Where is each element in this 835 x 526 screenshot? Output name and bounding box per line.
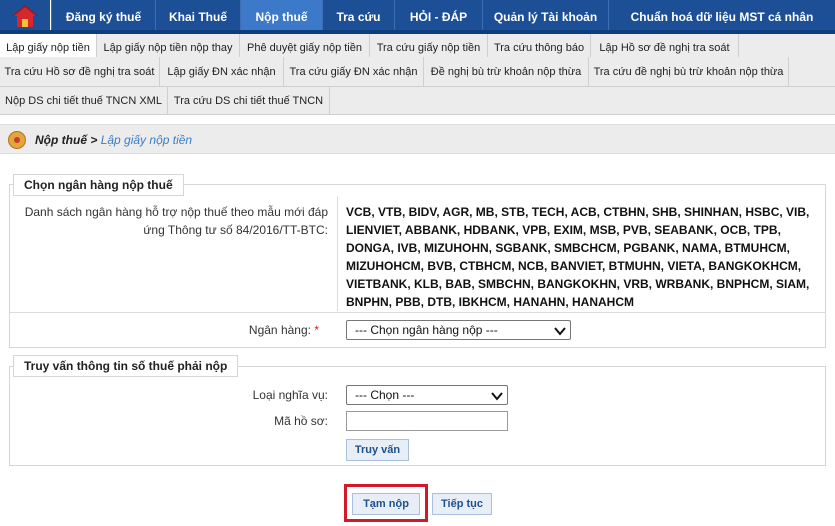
sub-nav-tra-cuu-ds-chi-tiet-tncn[interactable]: Tra cứu DS chi tiết thuế TNCN (168, 87, 330, 115)
obligation-label: Loại nghĩa vụ: (252, 388, 328, 402)
sub-nav-label: Tra cứu Hồ sơ đề nghị tra soát (4, 66, 155, 78)
temp-submit-button[interactable]: Tạm nộp (352, 493, 420, 515)
nav-tab-dang-ky-thue[interactable]: Đăng ký thuế (51, 0, 155, 34)
sub-nav-tra-cuu-de-nghi-bu-tru[interactable]: Tra cứu đề nghị bù trừ khoản nộp thừa (589, 57, 789, 87)
bank-list: VCB, VTB, BIDV, AGR, MB, STB, TECH, ACB,… (346, 203, 826, 311)
home-button[interactable] (0, 0, 50, 34)
sub-nav-label: Tra cứu đề nghị bù trừ khoản nộp thừa (593, 66, 784, 78)
nav-tab-label: Nộp thuế (255, 10, 308, 24)
query-section-legend: Truy vấn thông tin số thuế phải nộp (13, 355, 239, 377)
chevron-down-icon (554, 327, 566, 336)
sub-nav-tra-cuu-ho-so-de-nghi-tra-soat[interactable]: Tra cứu Hồ sơ đề nghị tra soát (0, 57, 160, 87)
bank-list-line: DONGA, IVB, MIZUHOHN, SGBANK, SMBCHCM, P… (346, 241, 790, 255)
breadcrumb-parent[interactable]: Nộp thuế (35, 133, 87, 147)
breadcrumb: Nộp thuế > Lập giấy nộp tiền (0, 124, 835, 154)
nav-tab-quan-ly-tai-khoan[interactable]: Quản lý Tài khoản (482, 0, 608, 34)
sub-nav-label: Lập Hồ sơ đề nghị tra soát (599, 41, 730, 54)
sub-nav-label: Tra cứu giấy ĐN xác nhận (289, 66, 418, 78)
top-navigation: Đăng ký thuế Khai Thuế Nộp thuế Tra cứu … (0, 0, 835, 34)
nav-tab-label: Đăng ký thuế (65, 10, 142, 24)
home-icon (12, 5, 38, 27)
breadcrumb-separator: > (87, 133, 101, 147)
nav-tab-tra-cuu[interactable]: Tra cứu (322, 0, 394, 34)
sub-nav-label: Lập giấy ĐN xác nhận (167, 66, 276, 78)
dossier-input[interactable] (346, 411, 508, 431)
row-divider (10, 312, 825, 313)
sub-nav-nop-ds-chi-tiet-tncn-xml[interactable]: Nộp DS chi tiết thuế TNCN XML (0, 87, 168, 115)
nav-tab-label: HỎI - ĐÁP (409, 10, 468, 24)
bank-list-line: BNPHN, PBB, DTB, IBKHCM, HANAHN, HANAHCM (346, 295, 634, 309)
sub-nav-row-2: Tra cứu Hồ sơ đề nghị tra soát Lập giấy … (0, 57, 835, 87)
sub-nav-label: Nộp DS chi tiết thuế TNCN XML (5, 95, 162, 107)
nav-tab-nop-thue[interactable]: Nộp thuế (240, 0, 322, 34)
sub-nav-label: Tra cứu giấy nộp tiền (376, 41, 481, 54)
query-button[interactable]: Truy vấn (346, 439, 409, 461)
bank-list-label-line2: ứng Thông tư số 84/2016/TT-BTC: (143, 223, 328, 237)
bank-list-line: VIETBANK, KLB, BAB, SMBCHN, BANGKOKHN, V… (346, 277, 810, 291)
sub-nav-label: Tra cứu thông báo (493, 41, 585, 54)
sub-nav-label: Lập giấy nộp tiền nộp thay (103, 41, 233, 54)
bank-section-legend: Chọn ngân hàng nộp thuế (13, 174, 184, 196)
dossier-label: Mã hồ sơ: (274, 414, 328, 428)
nav-tab-label: Khai Thuế (168, 10, 227, 24)
bank-select-label-text: Ngân hàng: (248, 323, 311, 337)
obligation-select-value: --- Chọn --- (355, 388, 415, 402)
bank-list-label: Danh sách ngân hàng hỗ trợ nộp thuế theo… (14, 203, 328, 239)
column-divider (337, 196, 338, 311)
nav-tab-chuan-hoa-du-lieu[interactable]: Chuẩn hoá dữ liệu MST cá nhân (608, 0, 835, 34)
sub-nav-de-nghi-bu-tru[interactable]: Đề nghị bù trừ khoản nộp thừa (424, 57, 589, 87)
sub-nav-tra-cuu-giay-dn-xac-nhan[interactable]: Tra cứu giấy ĐN xác nhận (284, 57, 424, 87)
bank-select-value: --- Chọn ngân hàng nộp --- (355, 323, 498, 337)
nav-tab-label: Quản lý Tài khoản (493, 10, 598, 24)
bank-list-label-line1: Danh sách ngân hàng hỗ trợ nộp thuế theo… (24, 205, 328, 219)
nav-tab-label: Chuẩn hoá dữ liệu MST cá nhân (630, 10, 814, 24)
continue-button[interactable]: Tiếp tục (432, 493, 492, 515)
bank-select[interactable]: --- Chọn ngân hàng nộp --- (346, 320, 571, 340)
required-mark: * (314, 323, 319, 337)
bank-list-line: VCB, VTB, BIDV, AGR, MB, STB, TECH, ACB,… (346, 205, 810, 219)
sub-nav-label: Lập giấy nộp tiền (6, 41, 90, 54)
nav-tab-hoi-dap[interactable]: HỎI - ĐÁP (394, 0, 482, 34)
breadcrumb-text: Nộp thuế > Lập giấy nộp tiền (35, 133, 192, 147)
obligation-select[interactable]: --- Chọn --- (346, 385, 508, 405)
sub-nav-lap-giay-dn-xac-nhan[interactable]: Lập giấy ĐN xác nhận (160, 57, 284, 87)
breadcrumb-current: Lập giấy nộp tiền (100, 133, 193, 147)
nav-tab-khai-thue[interactable]: Khai Thuế (155, 0, 240, 34)
sub-nav-label: Đề nghị bù trừ khoản nộp thừa (430, 66, 582, 78)
emblem-icon (8, 131, 26, 149)
nav-tab-label: Tra cứu (336, 10, 381, 24)
bank-list-line: LIENVIET, ABBANK, HDBANK, VPB, EXIM, MSB… (346, 223, 781, 237)
chevron-down-icon (491, 392, 503, 401)
sub-nav-label: Tra cứu DS chi tiết thuế TNCN (173, 95, 324, 107)
sub-nav-label: Phê duyệt giấy nộp tiền (247, 41, 362, 54)
bank-select-label: Ngân hàng: * (14, 321, 319, 339)
bank-list-line: MIZUHOHCM, BVB, CTBHCM, NCB, BANVIET, BT… (346, 259, 802, 273)
sub-nav-row-3: Nộp DS chi tiết thuế TNCN XML Tra cứu DS… (0, 87, 835, 115)
